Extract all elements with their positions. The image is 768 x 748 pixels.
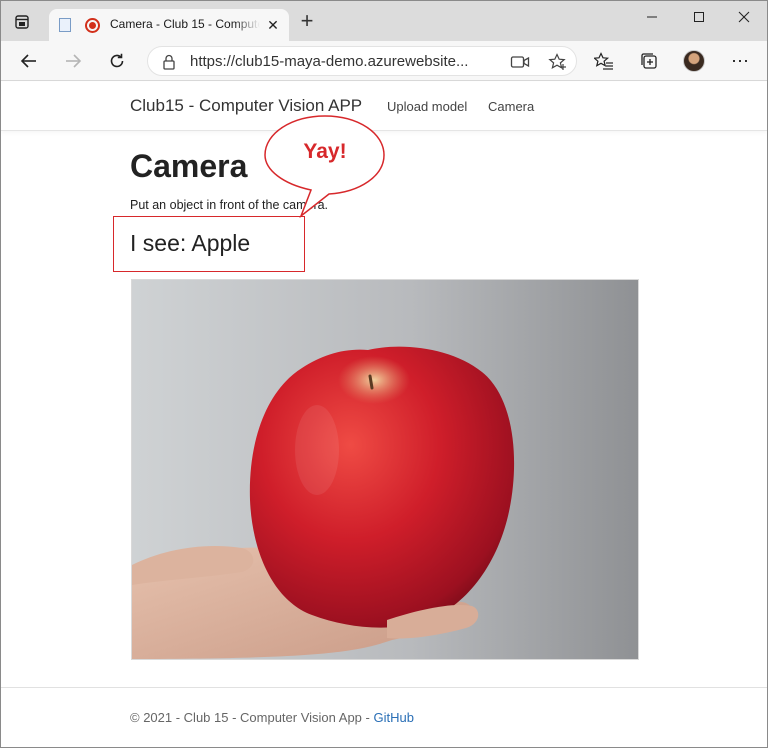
speech-bubble: Yay! [263,114,387,218]
back-button[interactable] [15,47,43,75]
tab-title: Camera - Club 15 - Computer Vision APP [110,17,260,31]
back-arrow-icon [20,54,36,68]
nav-upload-model[interactable]: Upload model [387,99,467,114]
camera-in-use-icon[interactable] [510,54,530,70]
footer-divider [1,687,767,688]
forward-button[interactable] [59,47,87,75]
lock-icon[interactable] [162,54,176,70]
page-title: Camera [130,148,248,184]
minimize-button[interactable] [629,5,675,29]
maximize-button[interactable] [676,5,722,29]
close-icon [738,11,750,23]
apple-photo [132,280,638,659]
recording-icon [85,18,100,33]
maximize-icon [694,12,704,22]
minimize-icon [647,16,657,18]
url-text[interactable]: https://club15-maya-demo.azurewebsite... [190,53,500,70]
footer: © 2021 - Club 15 - Computer Vision App -… [130,710,414,725]
refresh-icon [110,53,124,68]
footer-copyright: © 2021 - Club 15 - Computer Vision App - [130,710,374,725]
close-window-button[interactable] [721,5,767,29]
speech-bubble-text: Yay! [303,140,347,163]
tab-strip: Camera - Club 15 - Computer Vision APP ✕… [1,1,767,41]
prediction-result: I see: Apple [130,230,251,256]
forward-arrow-icon [66,54,82,68]
add-favorite-icon[interactable] [548,53,568,71]
tab-actions-icon [15,15,29,29]
tab-camera[interactable]: Camera - Club 15 - Computer Vision APP ✕ [49,9,289,41]
tab-close-icon[interactable]: ✕ [264,16,282,34]
browser-toolbar: https://club15-maya-demo.azurewebsite...… [1,41,767,81]
camera-feed-image [131,279,639,660]
site-brand-link[interactable]: Club15 - Computer Vision APP [130,96,362,116]
web-page: Club15 - Computer Vision APP Upload mode… [1,82,767,747]
new-tab-button[interactable]: + [296,10,318,33]
profile-avatar[interactable] [683,50,705,72]
collections-button[interactable] [637,49,661,73]
document-icon [59,18,71,32]
refresh-button[interactable] [103,47,131,75]
tab-actions-button[interactable] [11,11,33,33]
speech-bubble-shape [264,115,385,218]
github-link[interactable]: GitHub [373,710,413,725]
browser-window: Camera - Club 15 - Computer Vision APP ✕… [0,0,768,748]
favorites-list-icon [594,52,613,70]
collections-icon [641,53,657,69]
more-menu-button[interactable]: ⋯ [728,49,752,73]
address-bar[interactable]: https://club15-maya-demo.azurewebsite... [147,46,577,76]
nav-camera[interactable]: Camera [488,99,534,114]
favorites-button[interactable] [592,49,616,73]
